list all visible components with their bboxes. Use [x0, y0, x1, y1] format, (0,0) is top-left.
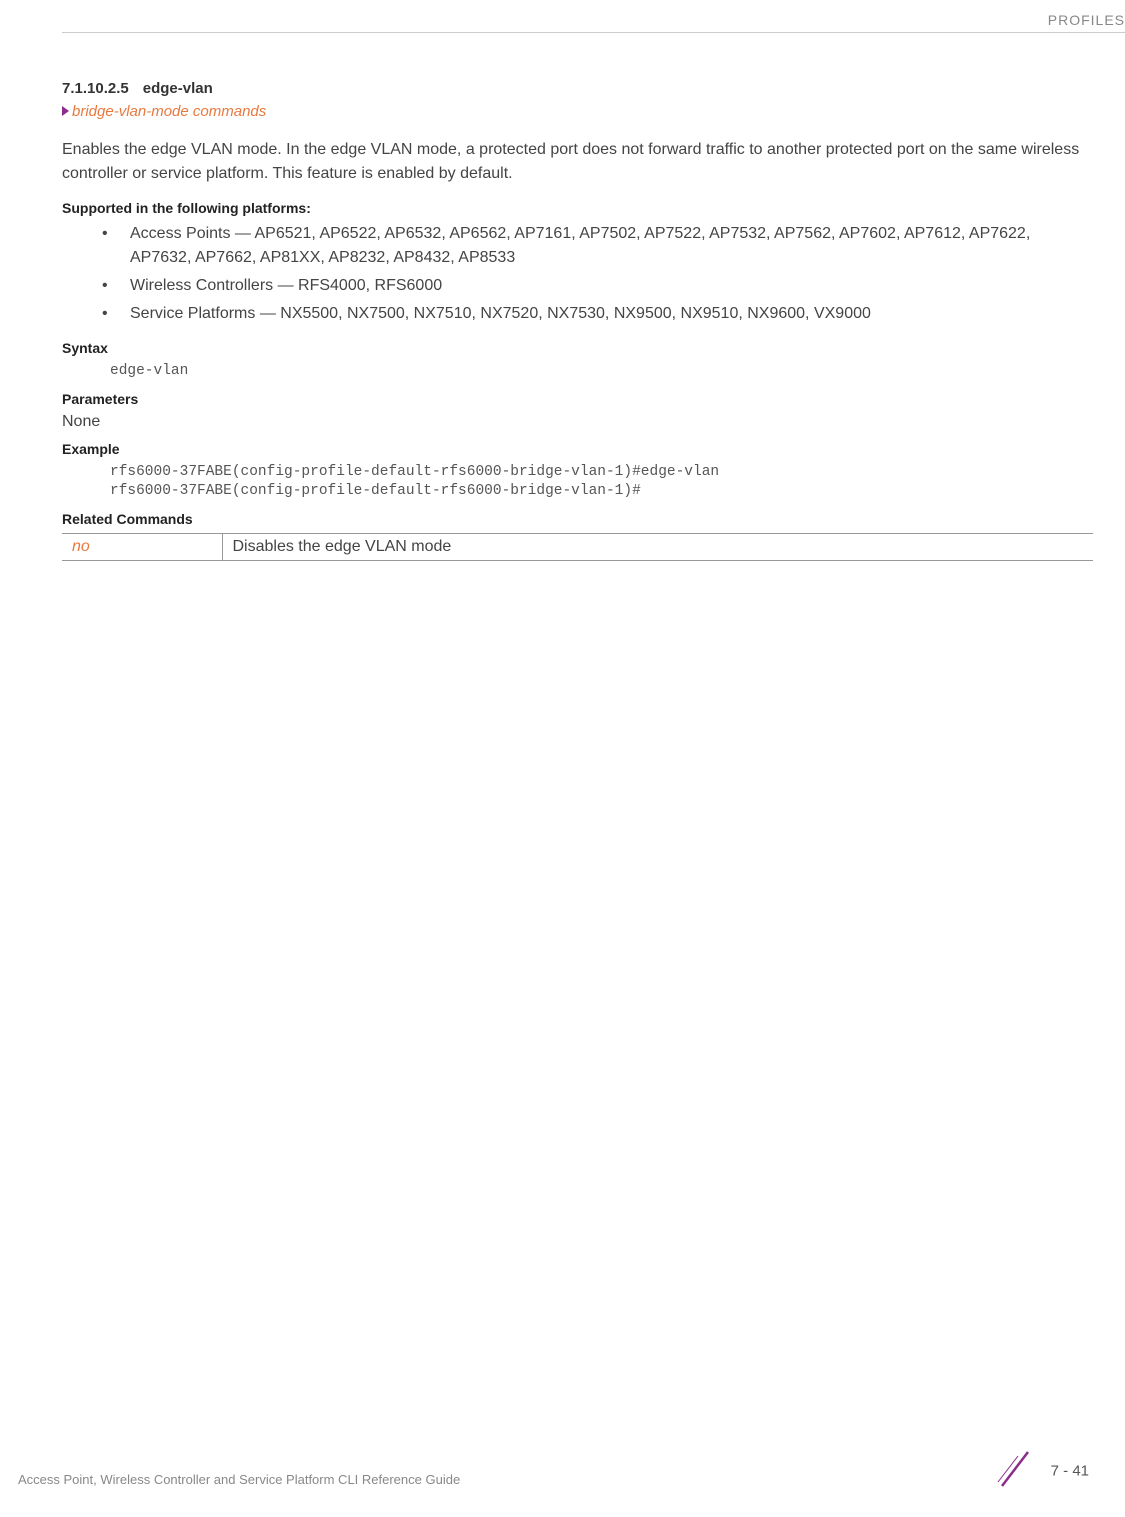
parameters-text: None — [62, 413, 1093, 431]
command-cell: no — [62, 533, 222, 560]
breadcrumb-text: bridge-vlan-mode commands — [72, 103, 266, 120]
list-item: Access Points — AP6521, AP6522, AP6532, … — [102, 222, 1093, 270]
breadcrumb: bridge-vlan-mode commands — [62, 103, 1093, 120]
page-footer: Access Point, Wireless Controller and Se… — [18, 1471, 1089, 1489]
platforms-list: Access Points — AP6521, AP6522, AP6532, … — [102, 222, 1093, 326]
triangle-icon — [62, 106, 69, 116]
platforms-heading: Supported in the following platforms: — [62, 200, 1093, 216]
description-cell: Disables the edge VLAN mode — [222, 533, 1093, 560]
section-number: 7.1.10.2.5 — [62, 80, 129, 97]
section-description: Enables the edge VLAN mode. In the edge … — [62, 138, 1093, 186]
parameters-heading: Parameters — [62, 391, 1093, 407]
section-title: edge-vlan — [143, 80, 213, 97]
syntax-code: edge-vlan — [110, 362, 1093, 381]
header-divider — [62, 32, 1125, 33]
related-heading: Related Commands — [62, 511, 1093, 527]
page-number: 7 - 41 — [1051, 1463, 1089, 1480]
footer-right: 7 - 41 — [994, 1448, 1089, 1495]
example-code: rfs6000-37FABE(config-profile-default-rf… — [110, 463, 1093, 501]
footer-text: Access Point, Wireless Controller and Se… — [18, 1472, 460, 1487]
main-content: 7.1.10.2.5 edge-vlan bridge-vlan-mode com… — [62, 80, 1093, 561]
list-item: Wireless Controllers — RFS4000, RFS6000 — [102, 274, 1093, 298]
table-row: no Disables the edge VLAN mode — [62, 533, 1093, 560]
syntax-heading: Syntax — [62, 340, 1093, 356]
page-category: PROFILES — [1048, 12, 1125, 28]
example-heading: Example — [62, 441, 1093, 457]
slash-icon — [994, 1448, 1036, 1495]
section-heading: 7.1.10.2.5 edge-vlan — [62, 80, 1093, 97]
related-commands-table: no Disables the edge VLAN mode — [62, 533, 1093, 561]
list-item: Service Platforms — NX5500, NX7500, NX75… — [102, 302, 1093, 326]
